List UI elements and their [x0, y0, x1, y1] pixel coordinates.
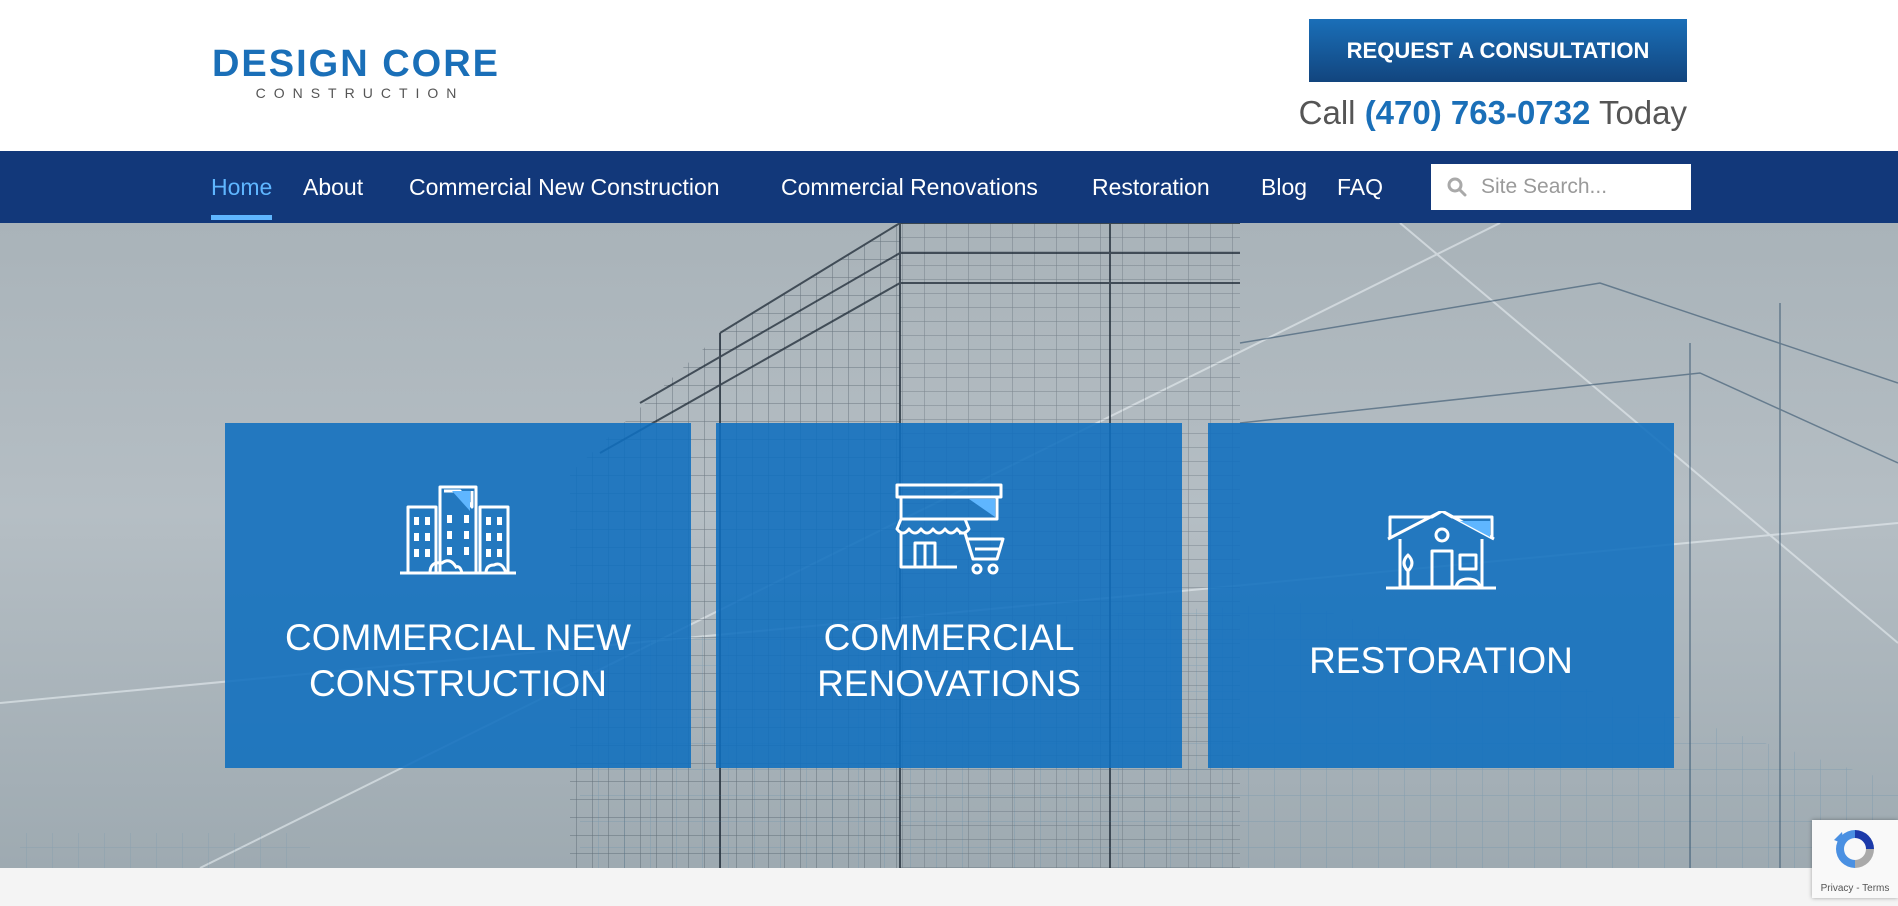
- request-consultation-button[interactable]: REQUEST A CONSULTATION: [1309, 19, 1687, 82]
- hero-section: COMMERCIAL NEW CONSTRUCTION COMMERCIAL R…: [0, 223, 1898, 868]
- nav-item-label: Restoration: [1092, 174, 1210, 200]
- call-suffix: Today: [1598, 94, 1687, 131]
- service-card-restoration[interactable]: RESTORATION: [1208, 423, 1674, 768]
- nav-item-commercial-renovations[interactable]: Commercial Renovations: [781, 151, 1038, 223]
- nav-item-faq[interactable]: FAQ: [1337, 151, 1383, 223]
- nav-item-label: Commercial New Construction: [409, 174, 720, 200]
- office-buildings-icon: [400, 485, 516, 575]
- service-card-commercial-new-construction[interactable]: COMMERCIAL NEW CONSTRUCTION: [225, 423, 691, 768]
- recaptcha-badge[interactable]: Privacy - Terms: [1812, 820, 1898, 898]
- nav-item-label: About: [303, 174, 364, 200]
- site-header: DESIGN CORE CONSTRUCTION REQUEST A CONSU…: [0, 0, 1898, 151]
- page-content-start: [0, 868, 1898, 906]
- nav-item-restoration[interactable]: Restoration: [1092, 151, 1210, 223]
- call-prefix: Call: [1298, 94, 1356, 131]
- site-logo[interactable]: DESIGN CORE CONSTRUCTION: [211, 45, 501, 105]
- nav-item-label: Home: [211, 174, 273, 200]
- search-icon: [1447, 177, 1467, 197]
- storefront-cart-icon: [895, 483, 1005, 575]
- house-icon: [1386, 511, 1496, 590]
- service-card-title: COMMERCIAL NEW CONSTRUCTION: [284, 617, 632, 704]
- recaptcha-icon: [1834, 830, 1874, 868]
- site-search[interactable]: [1431, 164, 1691, 210]
- search-input[interactable]: [1479, 174, 1683, 200]
- nav-item-label: Commercial Renovations: [781, 174, 1038, 200]
- nav-item-about[interactable]: About: [303, 151, 363, 223]
- logo-tagline: CONSTRUCTION: [255, 85, 465, 101]
- nav-item-commercial-new-construction[interactable]: Commercial New Construction: [409, 151, 720, 223]
- nav-active-indicator: [211, 215, 273, 220]
- logo-wordmark: DESIGN CORE: [211, 43, 501, 85]
- service-card-title: RESTORATION: [1309, 640, 1573, 681]
- nav-item-label: FAQ: [1337, 174, 1384, 200]
- phone-link[interactable]: (470) 763-0732: [1365, 94, 1591, 131]
- nav-item-home[interactable]: Home: [211, 151, 273, 223]
- service-card-commercial-renovations[interactable]: COMMERCIAL RENOVATIONS: [716, 423, 1182, 768]
- nav-item-blog[interactable]: Blog: [1261, 151, 1307, 223]
- call-line: Call (470) 763-0732 Today: [1299, 90, 1687, 136]
- recaptcha-privacy-terms[interactable]: Privacy - Terms: [1812, 883, 1898, 894]
- service-card-title: COMMERCIAL RENOVATIONS: [817, 617, 1081, 704]
- nav-item-label: Blog: [1261, 174, 1308, 200]
